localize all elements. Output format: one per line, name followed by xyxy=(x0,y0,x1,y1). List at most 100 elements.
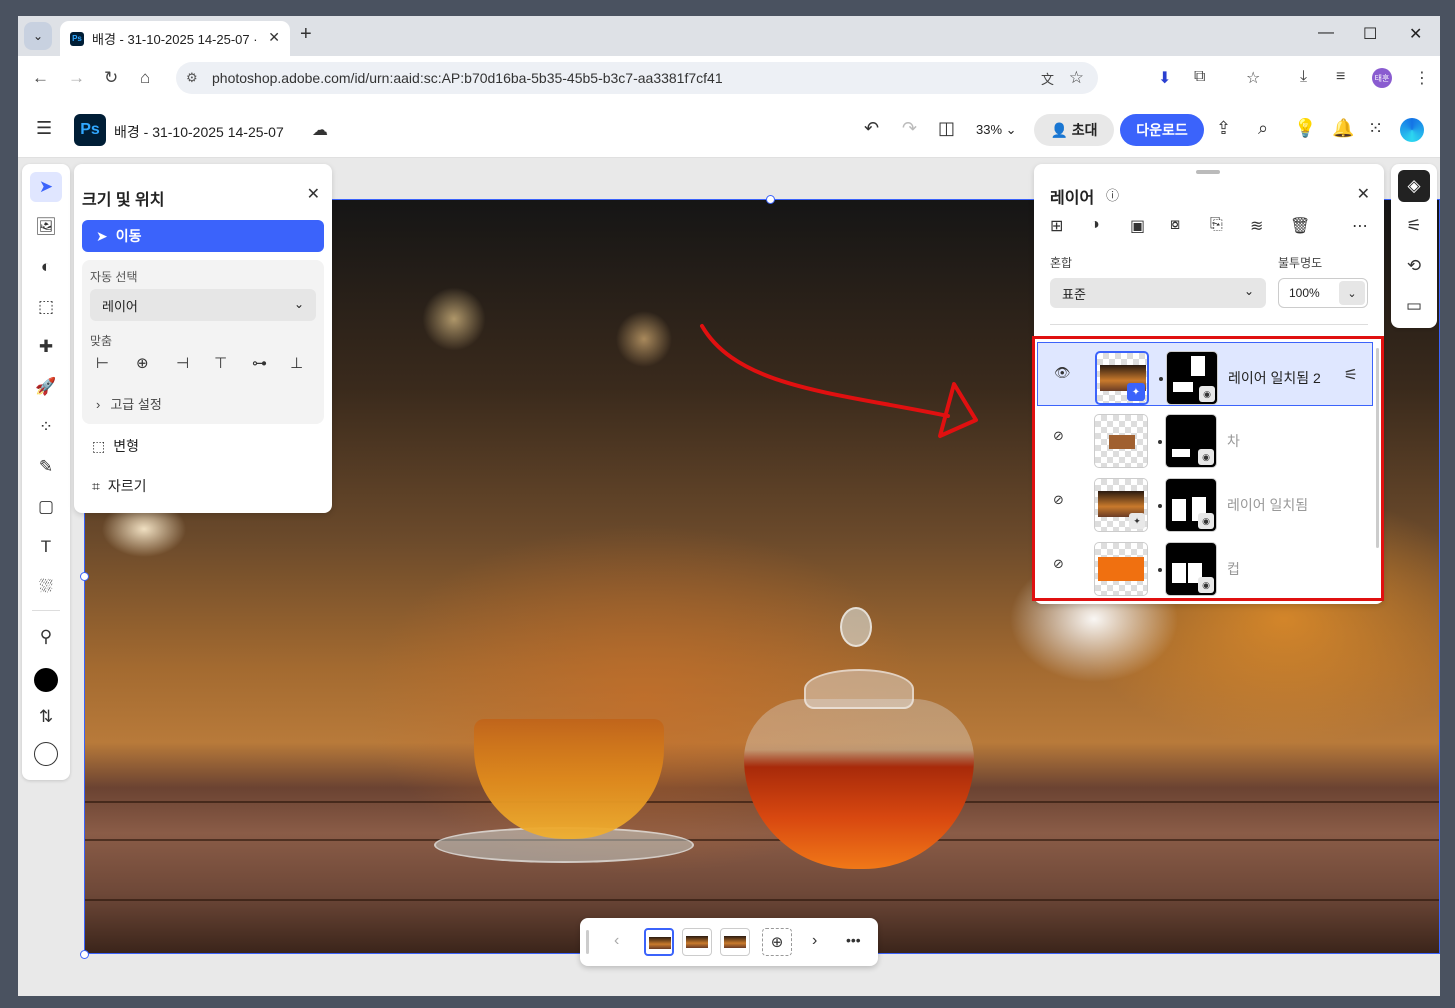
bookmark-star-icon[interactable]: ☆ xyxy=(1069,68,1084,88)
menu-icon[interactable]: ⋮ xyxy=(1414,68,1430,88)
stack-icon[interactable]: ≋ xyxy=(1250,216,1263,236)
cloud-sync-icon[interactable]: ☁ xyxy=(312,120,328,140)
compare-icon[interactable]: ◫ xyxy=(938,118,955,139)
close-tab-icon[interactable]: ✕ xyxy=(268,29,280,46)
plugins-icon[interactable]: ⁘ xyxy=(30,412,62,442)
swap-colors-icon[interactable]: ⇅ xyxy=(30,702,62,732)
align-center-h-icon[interactable]: ⊕ xyxy=(136,354,149,372)
extension-icon[interactable]: ⬇ xyxy=(1158,68,1171,88)
eye-off-icon[interactable]: ⊘ xyxy=(1053,428,1064,444)
layer-row[interactable]: ⊘ ◉ 컵 xyxy=(1037,534,1373,598)
background-color-swatch[interactable] xyxy=(34,742,58,766)
move-button[interactable]: ➤ 이동 xyxy=(82,220,324,252)
more-options-icon[interactable]: ••• xyxy=(846,932,861,948)
adjustment-icon[interactable]: ◐ xyxy=(30,252,62,282)
brush-icon[interactable]: ✎ xyxy=(30,452,62,482)
align-left-icon[interactable]: ⊢ xyxy=(96,354,109,372)
close-icon[interactable]: ✕ xyxy=(1357,184,1370,204)
layer-mask-thumbnail[interactable]: ◉ xyxy=(1166,351,1218,405)
opacity-field[interactable]: 100% ⌄ xyxy=(1278,278,1368,308)
eye-off-icon[interactable]: ⊘ xyxy=(1053,556,1064,572)
crop-button[interactable]: ⌗ 자르기 xyxy=(92,476,147,496)
history-icon[interactable]: ⟲ xyxy=(1398,250,1430,282)
download-icon[interactable]: ⤓ xyxy=(1300,68,1307,86)
layer-mask-thumbnail[interactable]: ◉ xyxy=(1165,414,1217,468)
photoshop-logo[interactable]: Ps xyxy=(74,114,106,146)
puzzle-icon[interactable]: ⧉ xyxy=(1194,68,1205,86)
delete-icon[interactable]: 🗑 xyxy=(1290,216,1310,236)
document-title[interactable]: 배경 - 31-10-2025 14-25-07 xyxy=(114,122,284,142)
profile-avatar[interactable]: 태훈 xyxy=(1372,68,1392,88)
foreground-color-swatch[interactable] xyxy=(34,668,58,692)
move-tool-icon[interactable]: ➤ xyxy=(30,172,62,202)
redo-icon[interactable]: ↷ xyxy=(902,118,917,139)
layers-icon[interactable]: ◈ xyxy=(1398,170,1430,202)
maximize-icon[interactable]: ☐ xyxy=(1363,24,1377,44)
close-window-icon[interactable]: ✕ xyxy=(1409,24,1422,44)
layer-mask-thumbnail[interactable]: ◉ xyxy=(1165,542,1217,596)
lightbulb-icon[interactable]: 💡 xyxy=(1294,118,1316,139)
eyedropper-icon[interactable]: ⚲ xyxy=(30,622,62,652)
smart-object-icon[interactable]: ⧇ xyxy=(1170,216,1180,234)
transform-handle[interactable] xyxy=(80,950,89,959)
layer-thumbnail[interactable] xyxy=(1094,542,1148,596)
transform-button[interactable]: ⬚ 변형 xyxy=(92,436,139,456)
mask-icon[interactable]: ▣ xyxy=(1130,216,1145,236)
hamburger-menu-icon[interactable]: ☰ xyxy=(36,118,52,139)
prev-arrow-icon[interactable]: ‹ xyxy=(614,932,619,950)
url-field[interactable]: ⚙ photoshop.adobe.com/id/urn:aaid:sc:AP:… xyxy=(176,62,1098,94)
advanced-settings-toggle[interactable]: › 고급 설정 xyxy=(96,394,162,413)
align-top-icon[interactable]: ⊤ xyxy=(214,354,227,372)
shape-icon[interactable]: ▢ xyxy=(30,492,62,522)
layer-thumbnail[interactable]: ✦ xyxy=(1094,478,1148,532)
user-avatar[interactable] xyxy=(1400,118,1424,142)
translate-icon[interactable]: 文 xyxy=(1041,69,1054,88)
page-thumbnail[interactable] xyxy=(644,928,674,956)
bookmarks-icon[interactable]: ☆ xyxy=(1246,68,1260,88)
reload-icon[interactable]: ↻ xyxy=(104,68,118,88)
selection-tool-icon[interactable]: ⬚ xyxy=(30,292,62,322)
adjustment-layer-icon[interactable]: ◑ xyxy=(1090,216,1100,234)
share-icon[interactable]: ⇪ xyxy=(1216,118,1231,139)
strip-drag-handle[interactable] xyxy=(586,930,589,954)
bell-icon[interactable]: 🔔 xyxy=(1332,118,1354,139)
add-image-icon[interactable]: 🖼 xyxy=(30,212,62,242)
page-thumbnail[interactable] xyxy=(720,928,750,956)
panel-drag-handle[interactable] xyxy=(1196,170,1220,174)
next-arrow-icon[interactable]: › xyxy=(812,932,817,950)
align-right-icon[interactable]: ⊣ xyxy=(176,354,189,372)
new-tab-button[interactable]: + xyxy=(300,23,312,46)
align-middle-v-icon[interactable]: ⊶ xyxy=(252,354,267,372)
layer-thumbnail[interactable]: ✦ xyxy=(1095,351,1149,405)
auto-select-dropdown[interactable]: 레이어 ⌄ xyxy=(90,289,316,321)
quick-actions-icon[interactable]: 🚀 xyxy=(30,372,62,402)
eye-icon[interactable]: 👁 xyxy=(1054,365,1071,381)
align-bottom-icon[interactable]: ⊥ xyxy=(290,354,303,372)
zoom-level[interactable]: 33% ⌄ xyxy=(976,122,1017,138)
transform-handle[interactable] xyxy=(766,195,775,204)
back-icon[interactable]: ← xyxy=(32,68,49,88)
layer-row[interactable]: ⊘ ✦ ◉ 레이어 일치됨 xyxy=(1037,470,1373,534)
transform-handle[interactable] xyxy=(80,572,89,581)
apps-grid-icon[interactable]: ⁙ xyxy=(1368,118,1383,139)
layer-mask-thumbnail[interactable]: ◉ xyxy=(1165,478,1217,532)
tab-search-button[interactable]: ⌄ xyxy=(24,22,52,50)
close-icon[interactable]: ✕ xyxy=(307,184,320,204)
browser-tab[interactable]: Ps 배경 - 31-10-2025 14-25-07 · ✕ xyxy=(60,21,290,56)
download-button[interactable]: 다운로드 xyxy=(1120,114,1204,146)
layer-row[interactable]: ⊘ ◉ 차 xyxy=(1037,406,1373,470)
media-icon[interactable]: ≡ xyxy=(1336,68,1345,86)
forward-icon[interactable]: → xyxy=(68,68,85,88)
site-info-icon[interactable]: ⚙ xyxy=(186,70,198,86)
layer-thumbnail[interactable] xyxy=(1094,414,1148,468)
more-options-icon[interactable]: ⋯ xyxy=(1352,216,1368,236)
layer-row[interactable]: 👁 ✦ ◉ 레이어 일치됨 2 ⚟ xyxy=(1037,342,1373,406)
add-layer-icon[interactable]: ⊞ xyxy=(1050,216,1063,236)
eye-off-icon[interactable]: ⊘ xyxy=(1053,492,1064,508)
generative-fill-icon[interactable]: ⛆ xyxy=(30,572,62,602)
invite-button[interactable]: 👤 초대 xyxy=(1034,114,1114,146)
info-icon[interactable]: ⓘ xyxy=(1106,185,1119,204)
layers-scrollbar[interactable] xyxy=(1376,348,1379,548)
undo-icon[interactable]: ↶ xyxy=(864,118,879,139)
add-page-icon[interactable]: ⊕ xyxy=(762,928,792,956)
